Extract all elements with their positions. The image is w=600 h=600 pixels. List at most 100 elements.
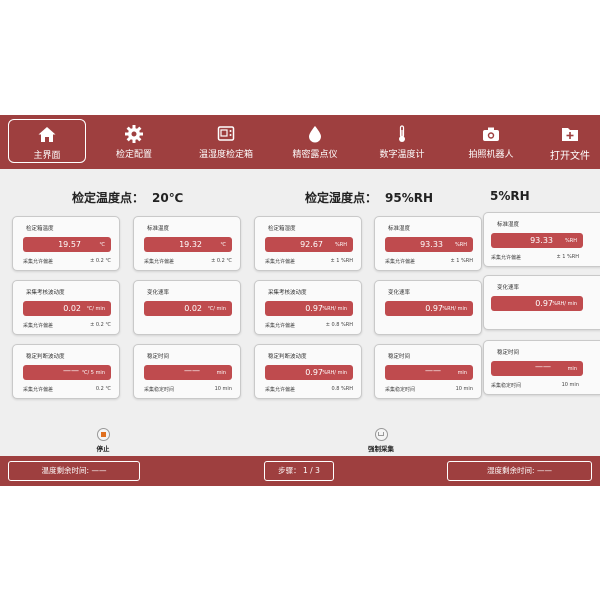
nav-config[interactable]: 检定配置	[100, 119, 168, 163]
unit: ℃/ min	[207, 306, 226, 312]
unit: ℃	[99, 242, 105, 248]
foot-value: ± 1 %RH	[556, 254, 579, 260]
value-bar: —— min	[491, 361, 583, 376]
unit: min	[457, 370, 467, 376]
foot-value: ± 1 %RH	[330, 258, 353, 264]
foot-value: ± 0.2 ℃	[90, 322, 111, 328]
card-temp-stable-time: 稳定时间 —— min 采集稳定时间 10 min	[133, 344, 241, 399]
value-bar: —— ℃/ 5 min	[23, 365, 111, 380]
unit: ℃/ min	[86, 306, 105, 312]
nav-home[interactable]: 主界面	[8, 119, 86, 163]
card-humidity-stable-time: 稳定时间 —— min 采集稳定时间 10 min	[374, 344, 482, 399]
unit: min	[567, 366, 577, 372]
card-title: 采集考核波动度	[268, 290, 307, 296]
card-title: 稳定判断波动度	[26, 354, 65, 360]
card-humidity-stability-fluctuation: 稳定判断波动度 0.97 %RH/ min 采集允许偏差 0.8 %RH	[254, 344, 362, 399]
foot-label: 采集允许偏差	[23, 259, 54, 265]
collect-icon	[374, 428, 388, 441]
value: 0.97	[305, 304, 323, 313]
unit: min	[216, 370, 226, 376]
unit: %RH/ min	[322, 370, 347, 376]
bottom-status-bar: 温度剩余时间: —— 步骤： 1 / 3 湿度剩余时间: ——	[0, 456, 600, 486]
home-icon	[9, 125, 85, 145]
nav-chamber-label: 温湿度检定箱	[198, 150, 253, 160]
temp-setpoint: 检定温度点： 20℃	[72, 189, 183, 206]
gear-icon	[100, 124, 168, 144]
card-title: 稳定判断波动度	[268, 354, 307, 360]
card-chamber-humidity: 检定箱湿度 92.67 %RH 采集允许偏差 ± 1 %RH	[254, 216, 362, 271]
foot-label: 采集允许偏差	[23, 387, 54, 393]
stop-label: 停止	[96, 445, 110, 453]
foot-label: 采集允许偏差	[23, 323, 54, 329]
card-title: 检定箱温度	[26, 226, 54, 232]
foot-value: ± 0.2 ℃	[90, 258, 111, 264]
value: 0.97	[305, 368, 323, 377]
card-title: 采集考核波动度	[26, 290, 65, 296]
temp-setpoint-label: 检定温度点：	[72, 191, 145, 205]
file-add-icon	[540, 124, 600, 144]
value: 0.02	[184, 304, 202, 313]
force-collect-button[interactable]: 强制采集	[360, 428, 402, 453]
foot-label: 采集允许偏差	[491, 255, 522, 261]
value-bar: 93.33 %RH	[491, 233, 583, 248]
card-standard-humidity: 标准湿度 93.33 %RH 采集允许偏差 ± 1 %RH	[374, 216, 482, 271]
value: 0.97	[425, 304, 443, 313]
card-title: 标准湿度	[497, 222, 520, 228]
card-humidity-change-rate-2: 变化速率 0.97 %RH/ min	[483, 275, 600, 330]
humidity-remaining-time: 湿度剩余时间: ——	[447, 461, 592, 481]
stop-icon	[96, 428, 110, 441]
card-humidity-fluctuation: 采集考核波动度 0.97 %RH/ min 采集允许偏差 ± 0.8 %RH	[254, 280, 362, 335]
nav-open-file-label: 打开文件	[550, 151, 590, 162]
temp-remaining-time: 温度剩余时间: ——	[8, 461, 140, 481]
card-title: 稳定时间	[388, 354, 411, 360]
unit: %RH	[455, 242, 467, 248]
nav-thermometer[interactable]: 数字温度计	[368, 119, 436, 163]
value: 92.67	[300, 240, 323, 249]
nav-chamber[interactable]: 温湿度检定箱	[188, 119, 264, 163]
chamber-icon	[188, 124, 264, 144]
card-standard-humidity-2: 标准湿度 93.33 %RH 采集允许偏差 ± 1 %RH	[483, 212, 600, 267]
value: ——	[63, 366, 79, 375]
value-bar: 0.97 %RH/ min	[265, 365, 353, 380]
nav-thermometer-label: 数字温度计	[379, 150, 425, 160]
value-bar: 19.57 ℃	[23, 237, 111, 252]
app-window: 主界面 检定配置 温湿度检定箱 精密露点仪 数字温度计 拍照机器人 打开文件 检…	[0, 115, 600, 486]
nav-open-file[interactable]: 打开文件	[540, 119, 600, 163]
droplet-icon	[280, 124, 350, 144]
value-bar: 0.02 ℃/ min	[23, 301, 111, 316]
unit: %RH/ min	[442, 306, 467, 312]
foot-value: 0.8 %RH	[331, 386, 353, 392]
hum-setpoint: 检定湿度点： 95%RH	[305, 189, 433, 206]
unit: %RH/ min	[322, 306, 347, 312]
foot-label: 采集稳定时间	[491, 383, 522, 389]
foot-label: 采集允许偏差	[144, 259, 175, 265]
nav-config-label: 检定配置	[115, 150, 152, 160]
foot-label: 采集稳定时间	[385, 387, 416, 393]
value: 93.33	[420, 240, 443, 249]
nav-home-label: 主界面	[33, 151, 61, 161]
foot-value: ± 0.2 ℃	[211, 258, 232, 264]
card-title: 标准湿度	[388, 226, 411, 232]
thermometer-icon	[368, 124, 436, 144]
value-bar: 92.67 %RH	[265, 237, 353, 252]
hum-setpoint-value: 95%RH	[385, 191, 434, 205]
stop-button[interactable]: 停止	[88, 428, 118, 453]
unit: ℃	[220, 242, 226, 248]
foot-label: 采集允许偏差	[265, 323, 296, 329]
step-indicator: 步骤： 1 / 3	[264, 461, 334, 481]
value-bar: 0.97 %RH/ min	[491, 296, 583, 311]
value-bar: 0.02 ℃/ min	[144, 301, 232, 316]
card-temp-fluctuation: 采集考核波动度 0.02 ℃/ min 采集允许偏差 ± 0.2 ℃	[12, 280, 120, 335]
foot-value: 10 min	[561, 382, 579, 388]
nav-camera-robot[interactable]: 拍照机器人	[455, 119, 527, 163]
foot-value: 0.2 ℃	[95, 386, 111, 392]
value-bar: 0.97 %RH/ min	[265, 301, 353, 316]
hum-setpoint-partial: 5%RH	[490, 189, 530, 203]
foot-value: 10 min	[214, 386, 232, 392]
nav-dewpoint[interactable]: 精密露点仪	[280, 119, 350, 163]
value: 0.97	[535, 299, 553, 308]
value: ——	[184, 366, 200, 375]
value-bar: 19.32 ℃	[144, 237, 232, 252]
top-nav: 主界面 检定配置 温湿度检定箱 精密露点仪 数字温度计 拍照机器人 打开文件	[0, 115, 600, 169]
card-title: 变化速率	[388, 290, 411, 296]
